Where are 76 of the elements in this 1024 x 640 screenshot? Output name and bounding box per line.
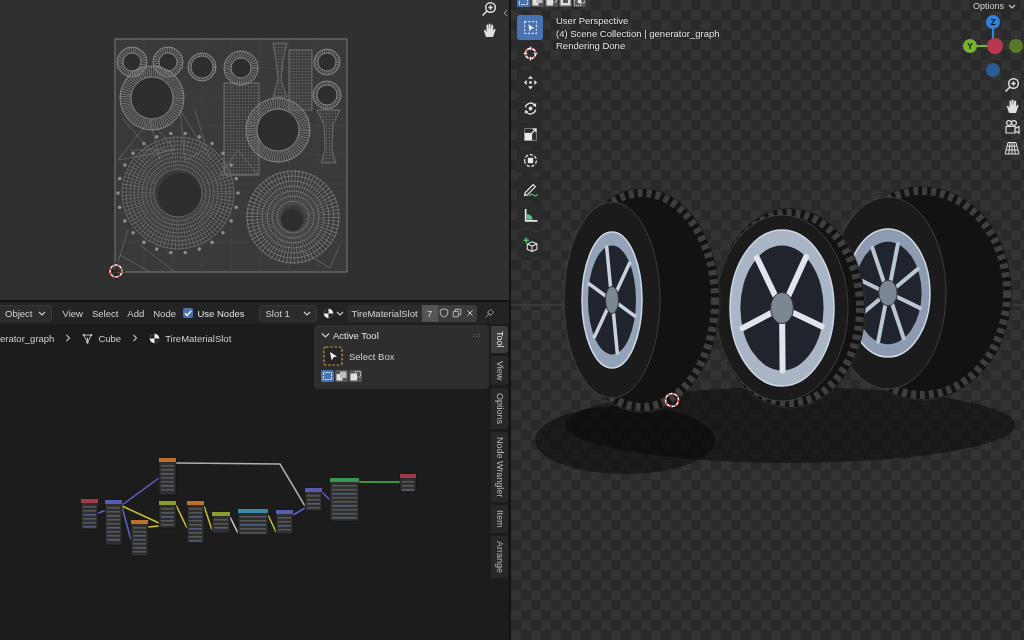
hand-icon[interactable]: [481, 22, 497, 38]
caret-icon: [1008, 3, 1016, 9]
transform-icon: [522, 153, 538, 168]
breadcrumb-text: Cube: [98, 332, 122, 344]
zoom-icon[interactable]: [481, 1, 497, 17]
ruler-icon: [522, 208, 538, 223]
3d-cursor-icon[interactable]: [664, 392, 680, 408]
hand-icon[interactable]: [1004, 98, 1020, 114]
select-box-icon: [522, 20, 538, 35]
viewport-info-text: User Perspective: [556, 15, 630, 28]
chevron-icon[interactable]: [503, 9, 508, 17]
viewport-info-text: Rendering Done: [556, 40, 627, 53]
chevron-icon: [132, 334, 139, 342]
breadcrumb-text: TireMaterialSlot: [165, 332, 232, 344]
selection-mode-icon[interactable]: [321, 370, 334, 382]
close-icon: [465, 308, 476, 318]
node-link: [267, 514, 277, 533]
add-cube-icon: [522, 237, 538, 252]
node-link: [358, 481, 401, 483]
selection-mode-icon[interactable]: [573, 0, 586, 7]
sidebar-tab[interactable]: Item: [490, 505, 508, 533]
grip-icon[interactable]: [472, 332, 482, 338]
axis-handle[interactable]: Z: [986, 15, 1000, 29]
checkbox-label: Use Nodes: [197, 307, 245, 319]
caret-icon: [303, 310, 312, 316]
shield-icon: [439, 308, 450, 318]
selection-mode-icon[interactable]: [559, 0, 572, 7]
menu-item[interactable]: Select: [87, 304, 123, 322]
move-icon: [522, 75, 538, 90]
cursor-tool-icon: [522, 46, 538, 61]
2d-cursor-icon[interactable]: [106, 261, 126, 281]
caret-icon: [336, 310, 345, 316]
sidebar-tab[interactable]: Node Wrangler: [490, 431, 508, 503]
menu-item[interactable]: Add: [122, 304, 149, 322]
mode-dropdown[interactable]: Object: [0, 304, 52, 322]
selection-mode-icon[interactable]: [349, 370, 362, 382]
selection-mode-icon[interactable]: [335, 370, 348, 382]
material-sphere-icon: [323, 307, 335, 319]
selection-mode-icon[interactable]: [545, 0, 558, 7]
slot-dropdown[interactable]: Slot 1: [259, 304, 318, 322]
node-link: [321, 491, 331, 501]
sidebar-tab[interactable]: View: [490, 355, 508, 385]
menu-item[interactable]: Node: [148, 304, 181, 322]
tool-button[interactable]: [517, 70, 543, 95]
panel-title[interactable]: Active Tool: [333, 329, 379, 341]
camera-icon[interactable]: [1004, 119, 1020, 135]
rotate-icon: [522, 101, 538, 116]
checkbox[interactable]: [183, 308, 194, 318]
viewport-info-text: (4) Scene Collection | generator_graph: [556, 27, 720, 40]
axis-handle[interactable]: Y: [963, 39, 977, 53]
grid-icon[interactable]: [1004, 140, 1020, 156]
selection-mode-icon[interactable]: [517, 0, 530, 7]
mesh-icon: [82, 332, 94, 344]
copy-icon: [452, 308, 463, 318]
axis-handle[interactable]: [986, 63, 1000, 77]
selection-mode-icon[interactable]: [531, 0, 544, 7]
chevron-icon: [65, 334, 72, 342]
menu-item[interactable]: View: [58, 304, 88, 322]
tool-name: Select Box: [349, 350, 395, 362]
sidebar-tab[interactable]: Arrange: [490, 535, 508, 578]
caret-icon: [38, 310, 46, 316]
pencil-icon: [522, 182, 538, 197]
pin-icon[interactable]: [484, 307, 495, 319]
options-dropdown[interactable]: Options: [968, 0, 1020, 12]
select-box-icon[interactable]: [323, 346, 343, 366]
material-name-field[interactable]: TireMaterialSlot: [347, 304, 422, 322]
axis-handle[interactable]: [1009, 39, 1023, 53]
chevron-icon[interactable]: [321, 330, 330, 340]
sidebar-tab[interactable]: Options: [490, 387, 508, 429]
scale-icon: [522, 127, 538, 142]
material-sphere-icon: [149, 332, 161, 344]
sidebar-tab[interactable]: Tool: [490, 326, 508, 353]
breadcrumb-text: erator_graph: [0, 332, 55, 344]
tool-button[interactable]: [517, 232, 543, 257]
zoom-icon[interactable]: [1004, 77, 1020, 93]
axis-handle[interactable]: [987, 38, 1003, 54]
